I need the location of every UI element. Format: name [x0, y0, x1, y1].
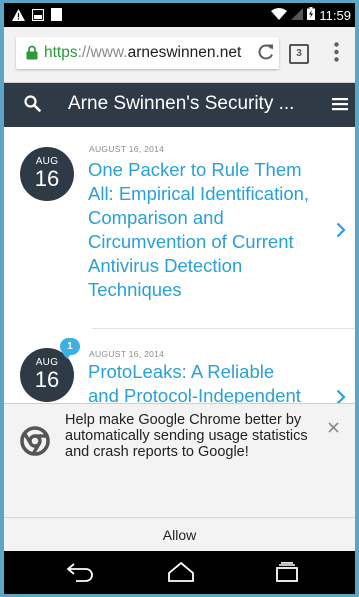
phone-screen: 11:59 https://www.arneswinnen.net 3 Arne… [4, 3, 355, 594]
signal-icon [291, 7, 304, 23]
url-domain: arneswinnen.net [127, 44, 242, 61]
reload-icon[interactable] [256, 42, 276, 67]
post-date: AUGUST 16, 2014 [89, 144, 165, 154]
date-day: 16 [34, 166, 60, 191]
navigation-bar [4, 551, 355, 594]
comment-count-badge[interactable]: 1 [60, 338, 80, 359]
date-day: 16 [34, 367, 60, 392]
url-subdomain: www. [90, 44, 128, 61]
tab-switcher-button[interactable]: 3 [289, 44, 309, 64]
home-icon[interactable] [167, 561, 195, 588]
back-icon[interactable] [65, 561, 95, 588]
chrome-infobar: Help make Google Chrome better by automa… [4, 403, 355, 552]
storage-icon [51, 8, 62, 26]
url-scheme: https [44, 44, 78, 61]
post-title-link[interactable]: ProtoLeaks: A Reliable and Protocol-Inde… [88, 360, 310, 403]
hamburger-menu-icon[interactable] [332, 97, 348, 116]
browser-toolbar: https://www.arneswinnen.net 3 [4, 27, 355, 83]
more-vert-icon[interactable] [334, 42, 339, 67]
lock-icon [26, 45, 38, 65]
url-text[interactable]: https://www.arneswinnen.net [44, 44, 241, 62]
divider [92, 328, 355, 329]
chrome-logo-icon [20, 426, 50, 461]
url-separator: :// [77, 44, 91, 61]
battery-icon [307, 7, 316, 23]
omnibox[interactable]: https://www.arneswinnen.net [16, 37, 279, 69]
date-badge: AUG 16 [20, 147, 74, 201]
post-title-link[interactable]: One Packer to Rule Them All: Empirical I… [88, 158, 310, 302]
chevron-right-icon[interactable] [336, 222, 346, 243]
search-icon[interactable] [24, 95, 41, 117]
image-icon [31, 8, 45, 26]
allow-button[interactable]: Allow [4, 518, 355, 552]
site-title[interactable]: Arne Swinnen's Security ... [68, 93, 294, 115]
recent-apps-icon[interactable] [274, 562, 300, 587]
post-list: AUG 16 AUGUST 16, 2014 One Packer to Rul… [4, 127, 355, 403]
site-header: Arne Swinnen's Security ... [4, 83, 355, 127]
wifi-icon [271, 7, 288, 23]
infobar-message: Help make Google Chrome better by automa… [65, 412, 308, 460]
chevron-right-icon[interactable] [336, 389, 346, 403]
status-time: 11:59 [319, 7, 351, 23]
post-date: AUGUST 16, 2014 [89, 349, 165, 359]
warning-icon [12, 8, 25, 26]
status-bar: 11:59 [4, 3, 355, 27]
close-icon[interactable] [328, 420, 339, 438]
